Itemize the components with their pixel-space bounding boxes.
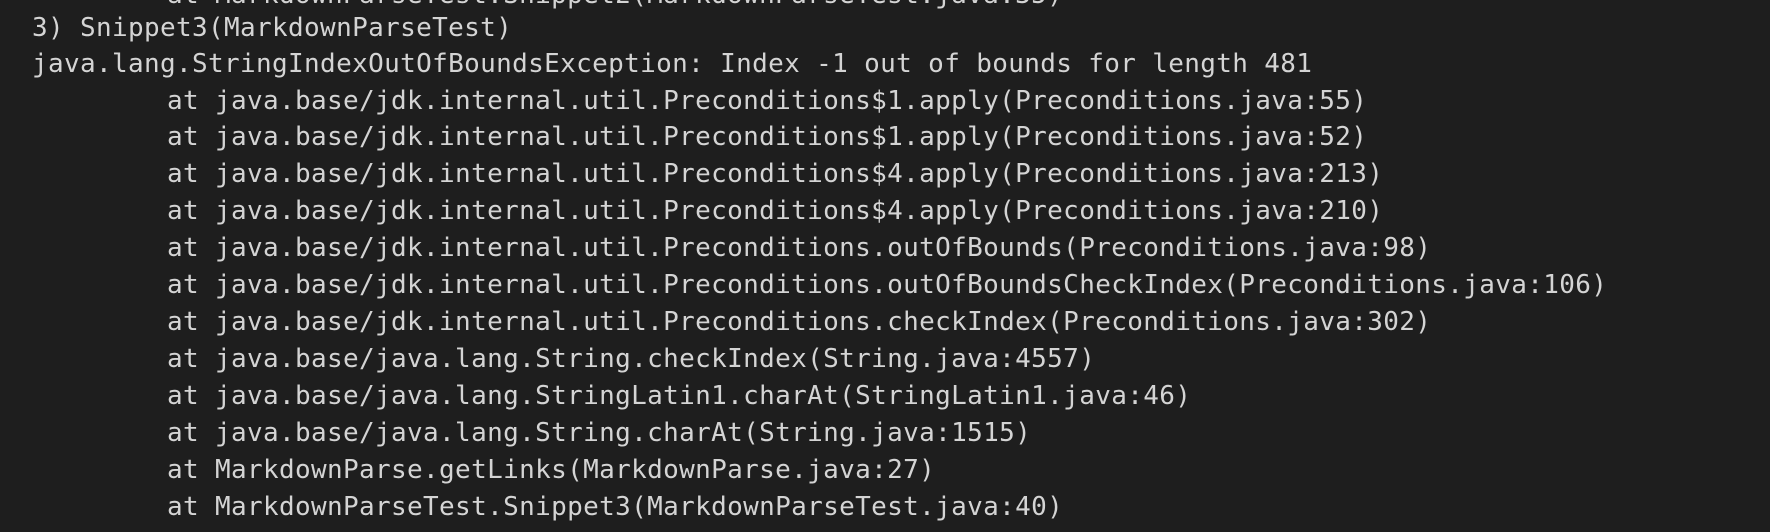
stack-frame: at java.base/jdk.internal.util.Precondit… — [167, 86, 1368, 116]
failure-header: 3) Snippet3(MarkdownParseTest) — [32, 13, 513, 43]
stack-frame: at java.base/jdk.internal.util.Precondit… — [167, 233, 1432, 263]
stack-frame: at java.base/java.lang.String.checkIndex… — [167, 344, 1096, 374]
stack-frame: at MarkdownParseTest.Snippet3(MarkdownPa… — [167, 492, 1064, 522]
stack-frame: at java.base/java.lang.StringLatin1.char… — [167, 381, 1192, 411]
stack-frame: at java.base/java.lang.String.charAt(Str… — [167, 418, 1032, 448]
stack-frame: at java.base/jdk.internal.util.Precondit… — [167, 122, 1368, 152]
terminal-output[interactable]: at MarkdownParseTest.Snippet2(MarkdownPa… — [0, 0, 1770, 532]
stack-frame: at java.base/jdk.internal.util.Precondit… — [167, 307, 1432, 337]
exception-message: java.lang.StringIndexOutOfBoundsExceptio… — [32, 49, 1313, 79]
stack-frame: at java.base/jdk.internal.util.Precondit… — [167, 196, 1384, 226]
stack-frame: at java.base/jdk.internal.util.Precondit… — [167, 159, 1384, 189]
stack-frame: at MarkdownParse.getLinks(MarkdownParse.… — [167, 455, 936, 485]
stack-frame: at java.base/jdk.internal.util.Precondit… — [167, 270, 1608, 300]
